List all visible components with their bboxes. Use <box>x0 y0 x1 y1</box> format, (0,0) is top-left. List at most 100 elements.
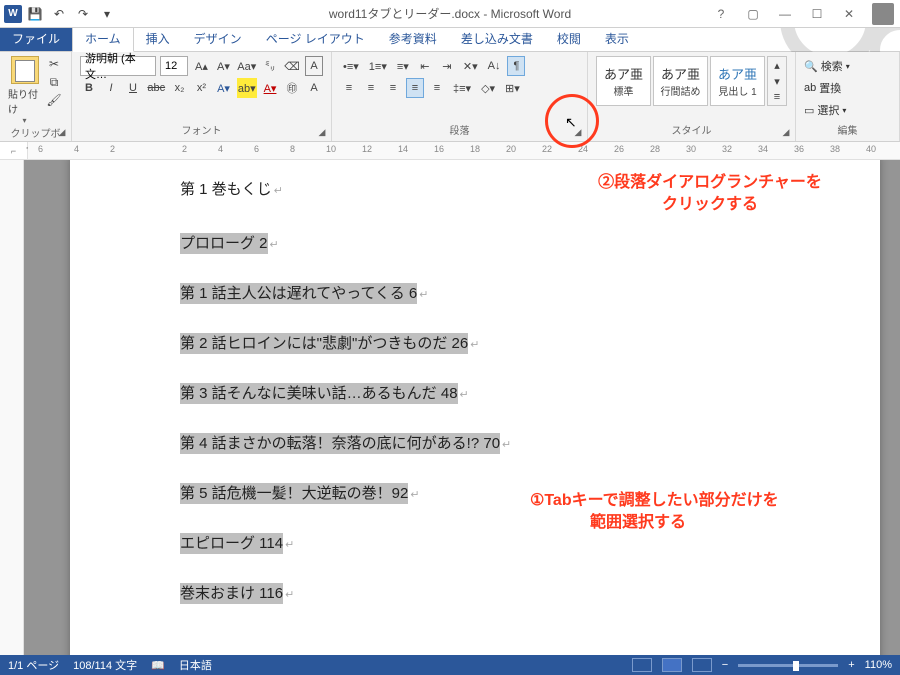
status-bar: 1/1 ページ 108/114 文字 📖 日本語 − + 110% <box>0 655 900 675</box>
qat-customize[interactable]: ▾ <box>96 3 118 25</box>
document-line[interactable]: 第 1 話主人公は遅れてやってくる 6↵ <box>180 282 790 306</box>
borders-button[interactable]: ⊞▾ <box>502 78 523 98</box>
tab-references[interactable]: 参考資料 <box>377 26 449 51</box>
text-effects-button[interactable]: A▾ <box>215 78 233 98</box>
view-print-layout[interactable] <box>662 658 682 672</box>
status-proofing-icon[interactable]: 📖 <box>151 659 165 672</box>
status-words[interactable]: 108/114 文字 <box>73 657 137 673</box>
paste-label: 貼り付け <box>8 86 41 116</box>
horizontal-ruler[interactable]: ⌐ 64224681012141618202224262830323436384… <box>0 142 900 160</box>
paste-button[interactable]: 貼り付け ▾ <box>8 56 41 125</box>
tab-view[interactable]: 表示 <box>593 26 641 51</box>
tab-layout[interactable]: ページ レイアウト <box>254 26 377 51</box>
zoom-level[interactable]: 110% <box>865 659 892 671</box>
highlight-button[interactable]: ab▾ <box>237 78 258 98</box>
align-right-button[interactable]: ≡ <box>384 78 402 98</box>
change-case-button[interactable]: Aa▾ <box>236 56 257 76</box>
zoom-out-button[interactable]: − <box>722 659 728 671</box>
show-marks-button[interactable]: ¶ <box>507 56 525 76</box>
cut-button[interactable]: ✂ <box>45 56 63 72</box>
bold-button[interactable]: B <box>80 78 98 98</box>
find-button[interactable]: 🔍検索▾ <box>804 56 891 76</box>
document-line[interactable]: 第 3 話そんなに美味い話…あるもんだ 48↵ <box>180 382 790 406</box>
phonetic-guide-button[interactable]: ㍉ <box>261 56 279 76</box>
quick-access-toolbar: W 💾 ↶ ↷ ▾ <box>0 3 118 25</box>
italic-button[interactable]: I <box>102 78 120 98</box>
style-normal[interactable]: あア亜 標準 <box>596 56 651 106</box>
numbering-button[interactable]: 1≡▾ <box>366 56 390 76</box>
document-line[interactable]: プロローグ 2↵ <box>180 232 790 256</box>
style-heading1[interactable]: あア亜 見出し 1 <box>710 56 765 106</box>
document-line[interactable]: 第 4 話まさかの転落！奈落の底に何がある!? 70↵ <box>180 432 790 456</box>
font-name-select[interactable]: 游明朝 (本文… <box>80 56 156 76</box>
multilevel-list-button[interactable]: ≡▾ <box>394 56 412 76</box>
ruler-tick: 2 <box>110 144 115 154</box>
align-center-button[interactable]: ≡ <box>362 78 380 98</box>
styles-scroll-up[interactable]: ▴ <box>768 57 786 73</box>
styles-expand[interactable]: ≡ <box>768 89 786 105</box>
document-line[interactable]: エピローグ 114↵ <box>180 532 790 556</box>
style-nospacing[interactable]: あア亜 行間詰め <box>653 56 708 106</box>
shrink-font-button[interactable]: A▾ <box>214 56 232 76</box>
close-button[interactable]: ✕ <box>836 4 862 24</box>
sort-button[interactable]: A↓ <box>485 56 504 76</box>
copy-button[interactable]: ⧉ <box>45 74 63 90</box>
font-size-select[interactable]: 12 <box>160 56 188 76</box>
align-left-button[interactable]: ≡ <box>340 78 358 98</box>
view-web-layout[interactable] <box>692 658 712 672</box>
decrease-indent-button[interactable]: ⇤ <box>416 56 434 76</box>
tab-mailings[interactable]: 差し込み文書 <box>449 26 545 51</box>
document-line[interactable]: 巻末おまけ 116↵ <box>180 582 790 606</box>
underline-button[interactable]: U <box>124 78 142 98</box>
undo-button[interactable]: ↶ <box>48 3 70 25</box>
ribbon-options-button[interactable]: ▢ <box>740 4 766 24</box>
styles-launcher[interactable]: ◢ <box>779 125 793 139</box>
shading-button[interactable]: ◇▾ <box>478 78 498 98</box>
page[interactable]: 第 1 巻もくじ↵ プロローグ 2↵第 1 話主人公は遅れてやってくる 6↵第 … <box>70 160 880 655</box>
vertical-ruler[interactable] <box>0 160 24 655</box>
user-avatar[interactable] <box>872 3 894 25</box>
increase-indent-button[interactable]: ⇥ <box>438 56 456 76</box>
bullets-button[interactable]: •≡▾ <box>340 56 362 76</box>
view-read-mode[interactable] <box>632 658 652 672</box>
grow-font-button[interactable]: A▴ <box>192 56 210 76</box>
replace-label: 置換 <box>819 80 841 96</box>
strikethrough-button[interactable]: abc <box>146 78 167 98</box>
select-button[interactable]: ▭選択▾ <box>804 100 891 120</box>
character-border-button[interactable]: A <box>305 56 323 76</box>
distributed-button[interactable]: ≡ <box>428 78 446 98</box>
subscript-button[interactable]: x₂ <box>171 78 189 98</box>
tab-home[interactable]: ホーム <box>72 25 134 52</box>
justify-button[interactable]: ≡ <box>406 78 424 98</box>
minimize-button[interactable]: — <box>772 4 798 24</box>
font-launcher[interactable]: ◢ <box>315 125 329 139</box>
line-spacing-button[interactable]: ‡≡▾ <box>450 78 474 98</box>
style-name: 行間詰め <box>661 83 701 98</box>
selected-text: 巻末おまけ 116 <box>180 583 283 604</box>
help-button[interactable]: ? <box>708 4 734 24</box>
styles-scroll-down[interactable]: ▾ <box>768 73 786 89</box>
superscript-button[interactable]: x² <box>193 78 211 98</box>
zoom-in-button[interactable]: + <box>848 659 854 671</box>
tab-file[interactable]: ファイル <box>0 26 72 51</box>
character-shading-button[interactable]: A <box>305 78 323 98</box>
tab-design[interactable]: デザイン <box>182 26 254 51</box>
zoom-slider[interactable] <box>738 664 838 667</box>
clipboard-launcher[interactable]: ◢ <box>55 125 69 139</box>
redo-button[interactable]: ↷ <box>72 3 94 25</box>
font-color-button[interactable]: A▾ <box>261 78 279 98</box>
document-line[interactable]: 第 2 話ヒロインには"悲劇"がつきものだ 26↵ <box>180 332 790 356</box>
status-language[interactable]: 日本語 <box>179 657 212 673</box>
page-content[interactable]: 第 1 巻もくじ↵ プロローグ 2↵第 1 話主人公は遅れてやってくる 6↵第 … <box>180 178 790 632</box>
save-button[interactable]: 💾 <box>24 3 46 25</box>
replace-button[interactable]: ab置換 <box>804 78 891 98</box>
style-name: 見出し 1 <box>718 83 756 98</box>
tab-insert[interactable]: 挿入 <box>134 26 182 51</box>
maximize-button[interactable]: ☐ <box>804 4 830 24</box>
clear-formatting-button[interactable]: ⌫ <box>283 56 301 76</box>
tab-review[interactable]: 校閲 <box>545 26 593 51</box>
enclose-characters-button[interactable]: ㊞ <box>283 78 301 98</box>
format-painter-button[interactable]: 🖌 <box>45 92 63 108</box>
asian-layout-button[interactable]: ✕▾ <box>460 56 481 76</box>
status-page[interactable]: 1/1 ページ <box>8 657 59 673</box>
